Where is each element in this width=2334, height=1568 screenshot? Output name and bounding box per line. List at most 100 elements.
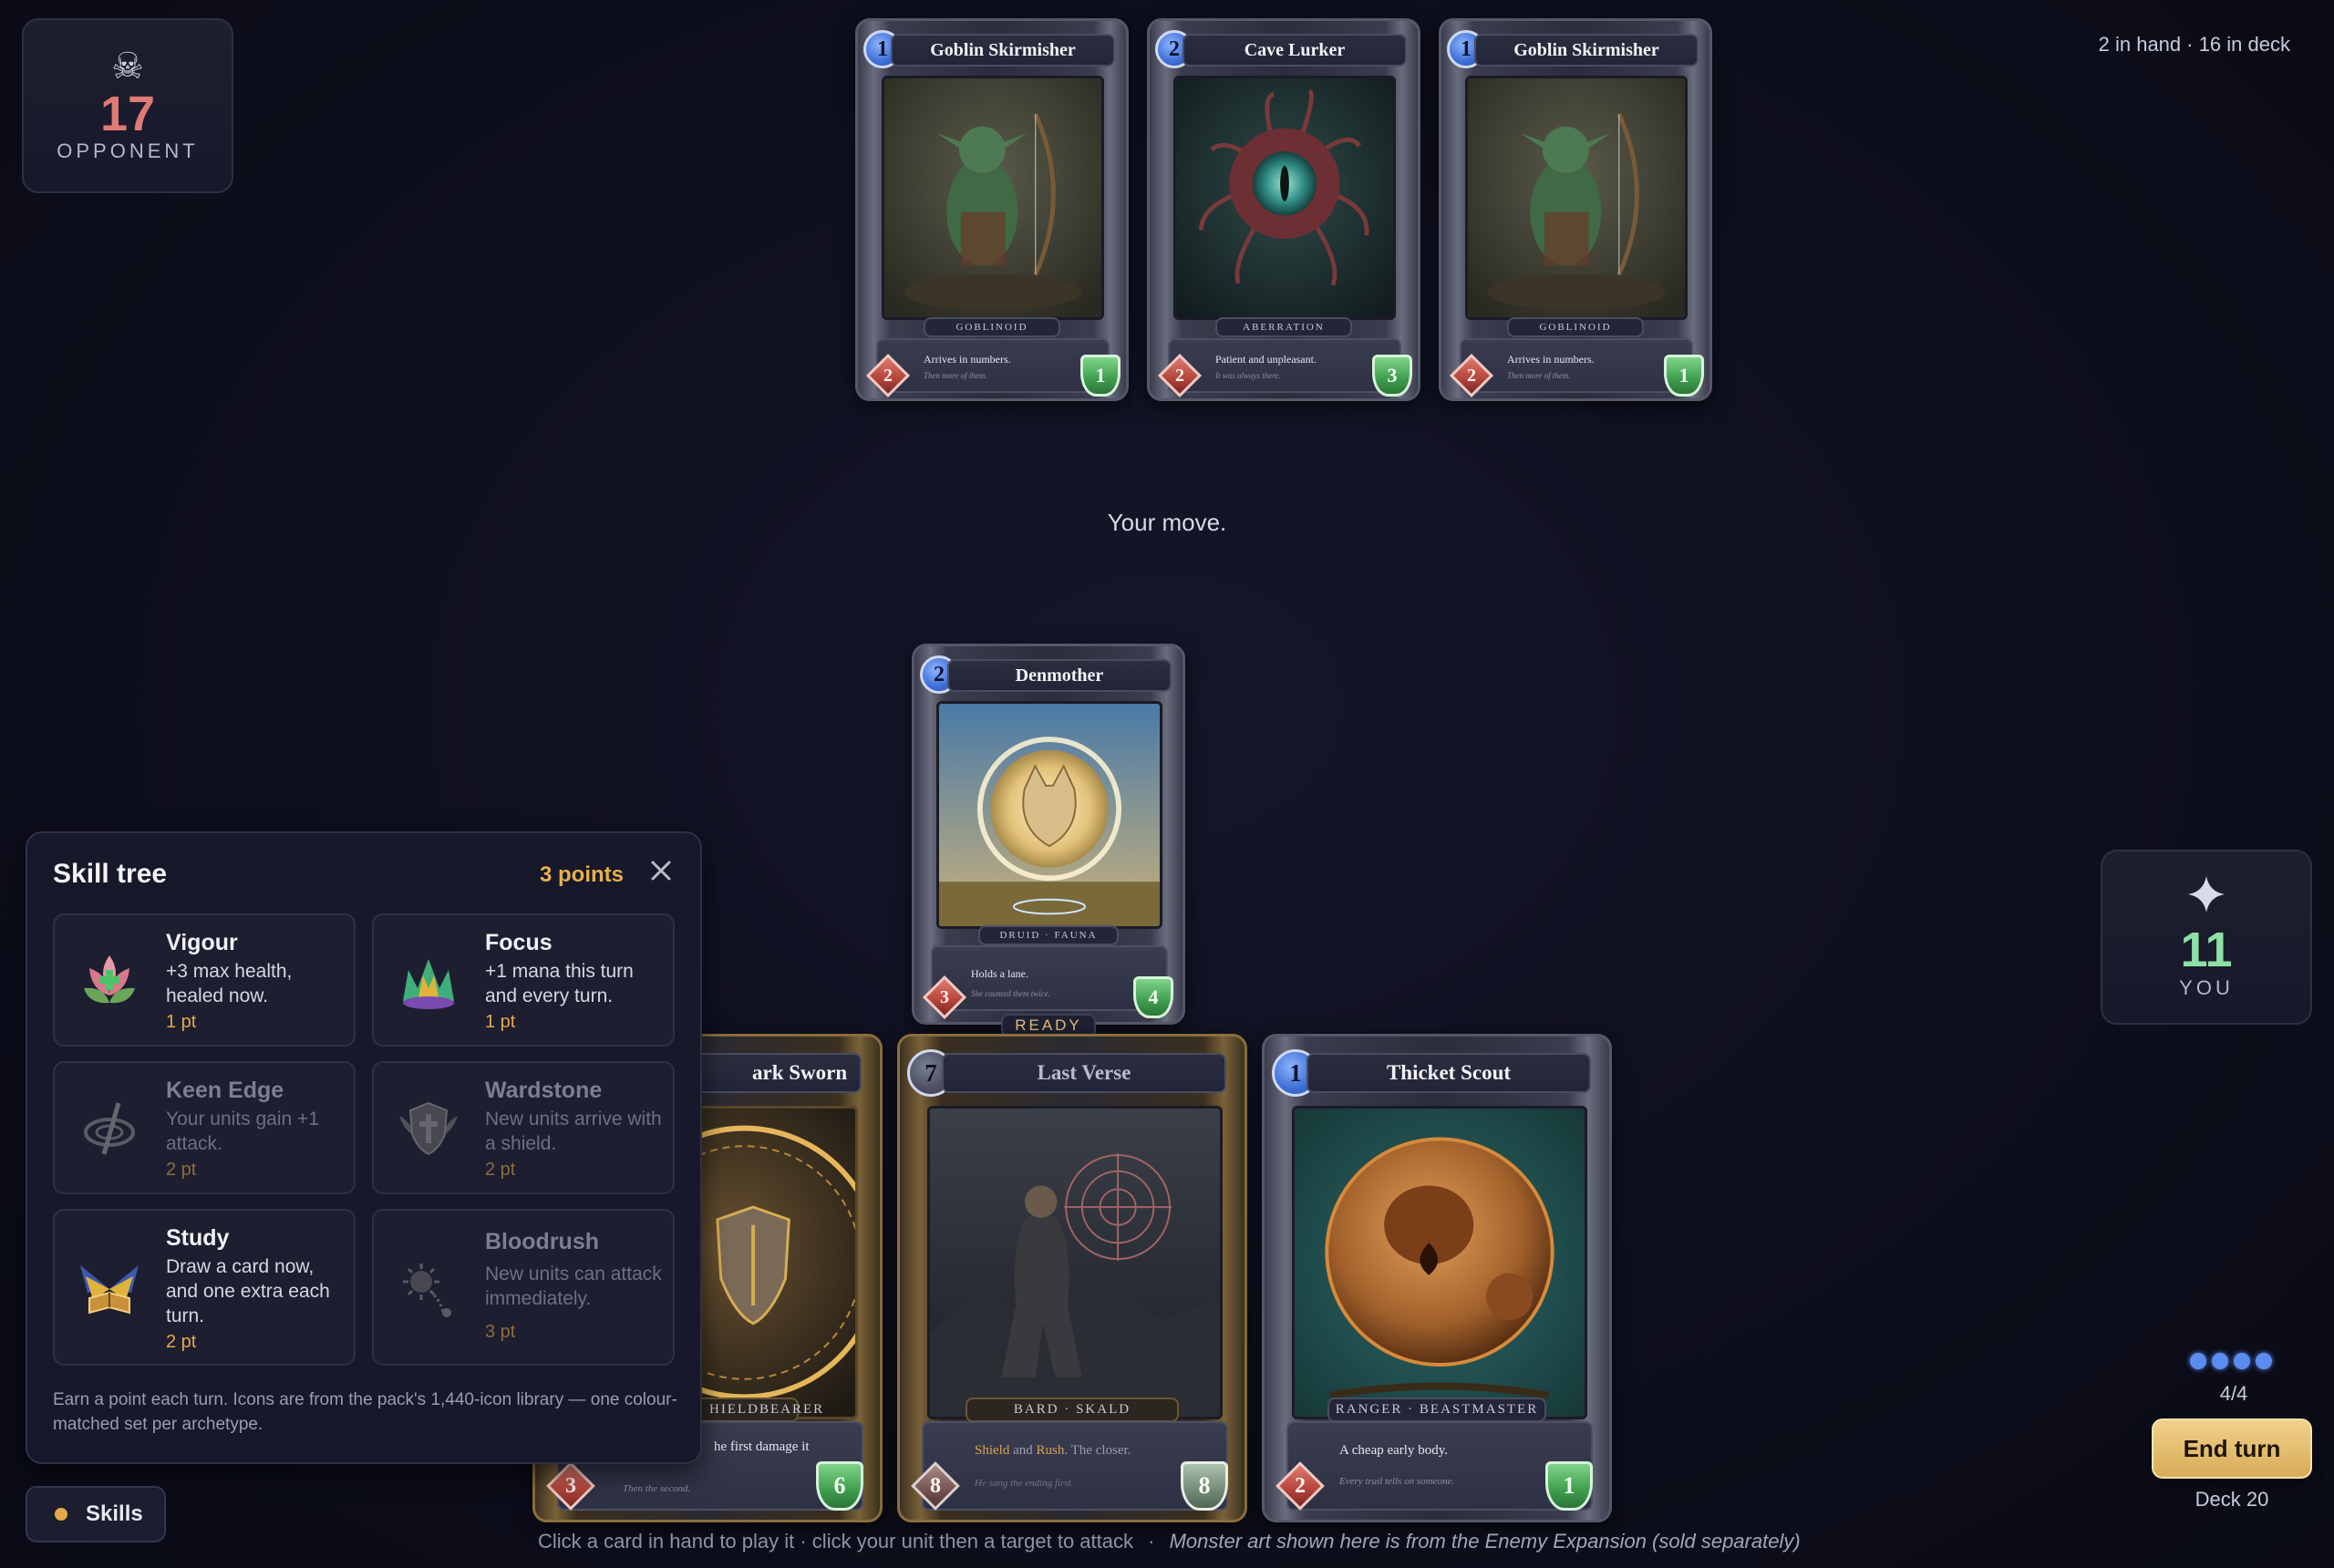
skill-description-block: Your units gain +1 attack. 2 pt [166,1107,345,1182]
goblin-archer-art [884,78,1101,317]
skill-points: 3 points [540,862,625,887]
deck-count: Deck 20 [2195,1488,2269,1511]
skills-button[interactable]: Skills [26,1486,166,1542]
close-icon[interactable] [647,857,675,884]
keyword-shield: Shield [975,1443,1010,1458]
credit-text: Monster art shown here is from the Enemy… [1169,1530,1801,1553]
health-shield: 1 [1080,355,1121,397]
status-message: Your move. [1107,509,1227,536]
skill-description: +1 mana this turn and every turn. [485,961,634,1006]
skill-cost: 1 pt [485,1012,516,1032]
skill-study[interactable]: Study Draw a card now, and one extra eac… [53,1209,356,1366]
skill-description-block: New units arrive with a shield. 2 pt [485,1107,664,1182]
skill-cost: 1 pt [166,1012,197,1032]
end-turn-button[interactable]: End turn [2152,1418,2312,1479]
enemy-card-goblin-skirmisher-2[interactable]: 1 Goblin Skirmisher GOBLINOID Arrives in… [1439,18,1712,401]
health-shield: 1 [1545,1461,1593,1511]
card-art [927,1106,1223,1419]
hint-bar: Click a card in hand to play it · click … [538,1530,1801,1553]
skill-focus[interactable]: Focus +1 mana this turn and every turn. … [372,913,675,1047]
hint-text: Click a card in hand to play it · click … [538,1530,1133,1553]
opponent-health-value: 17 [99,86,156,141]
player-health-value: 11 [2180,923,2233,978]
hand-card-thicket-scout[interactable]: 1 Thicket Scout RANGER · BEASTMASTER A c… [1262,1034,1612,1522]
enemy-card-goblin-skirmisher-1[interactable]: 1 Goblin Skirmisher GOBLINOID Arrives in… [855,18,1129,401]
card-art [1173,76,1396,320]
card-text: Shield and Rush. The closer. [975,1443,1131,1459]
opponent-health-panel[interactable]: ☠ 17 OPPONENT [22,18,233,193]
mana-pip [2212,1353,2228,1369]
goblin-archer-art [1468,78,1685,317]
skill-description-block: Draw a card now, and one extra each turn… [166,1254,345,1355]
skill-name: Keen Edge [166,1078,284,1103]
skill-bloodrush[interactable]: Bloodrush New units can attack immediate… [372,1209,675,1366]
skill-description: New units can attack immediately. [485,1264,662,1309]
bear-orb-art [1295,1109,1585,1417]
skill-description: Draw a card now, and one extra each turn… [166,1256,330,1326]
card-name: Thicket Scout [1306,1053,1591,1093]
card-flavor: It was always there. [1215,371,1281,380]
mana-text: 4/4 [2219,1382,2248,1405]
skill-description-block: New units can attack immediately. 3 pt [485,1262,664,1345]
card-art [1292,1106,1587,1419]
player-label: YOU [2179,975,2234,999]
card-text: he first damage it [714,1439,810,1454]
mana-pip [2190,1353,2206,1369]
skill-wardstone[interactable]: Wardstone New units arrive with a shield… [372,1061,675,1194]
card-name: Goblin Skirmisher [891,34,1115,67]
health-shield: 1 [1664,355,1704,397]
spirit-wolf-art [939,704,1160,926]
skill-description: Your units gain +1 attack. [166,1109,319,1154]
skill-vigour[interactable]: Vigour +3 max health, healed now. 1 pt [53,913,356,1047]
skull-crossbones-icon: ☠ [111,46,144,87]
card-text-box: Arrives in numbers. Then more of them. [876,338,1110,393]
sparkle-star-icon [2186,874,2226,921]
skill-description: +3 max health, healed now. [166,961,293,1006]
hint-separator: · [1148,1530,1155,1553]
health-shield: 8 [1181,1461,1228,1511]
card-flavor: Every trail tells on someone. [1339,1476,1455,1487]
card-tribe: BARD · SKALD [966,1398,1179,1422]
health-shield: 4 [1133,976,1173,1018]
card-text: Holds a lane. [971,967,1028,980]
card-flavor: He sang the ending first. [975,1478,1074,1489]
skill-tree-panel: Skill tree 3 points Vigour +3 max health… [26,831,702,1464]
card-tribe: GOBLINOID [1507,317,1644,337]
card-flavor: Then more of them. [924,371,987,380]
card-text: Arrives in numbers. [1507,353,1595,366]
end-turn-label: End turn [2183,1434,2281,1462]
card-art [882,76,1104,320]
card-name: Last Verse [942,1053,1226,1093]
enemy-card-cave-lurker[interactable]: 2 Cave Lurker ABERRATION Patient and unp… [1147,18,1420,401]
card-text-rest: . The closer. [1064,1443,1131,1458]
skill-description: New units arrive with a shield. [485,1109,662,1154]
opponent-label: OPPONENT [57,139,199,163]
card-text: A cheap early body. [1339,1443,1448,1458]
card-text-box: Patient and unpleasant. It was always th… [1168,338,1401,393]
card-flavor: Then more of them. [1507,371,1571,380]
health-shield: 6 [816,1461,863,1511]
skill-name: Bloodrush [485,1229,599,1254]
card-tribe: GOBLINOID [924,317,1060,337]
card-art [936,701,1162,929]
player-unit-denmother[interactable]: 2 Denmother DRUID · FAUNA Holds a lane. … [912,644,1185,1025]
card-text-box: Holds a lane. She counted them twice. [931,945,1168,1011]
card-name: Goblin Skirmisher [1474,34,1699,67]
mana-pip [2234,1353,2250,1369]
skill-keen-edge[interactable]: Keen Edge Your units gain +1 attack. 2 p… [53,1061,356,1194]
skill-name: Wardstone [485,1078,603,1103]
keyword-rush: Rush [1036,1443,1065,1458]
winged-shield-icon [396,1096,461,1161]
card-name: Cave Lurker [1182,34,1407,67]
hand-card-last-verse[interactable]: 7 Last Verse BARD · SKALD Shield and Rus… [897,1034,1247,1522]
skill-cost: 3 pt [485,1322,516,1342]
player-health-panel[interactable]: 11 YOU [2101,850,2312,1025]
card-flavor: She counted them twice. [971,989,1050,998]
skill-tree-title: Skill tree [53,859,168,889]
skill-name: Focus [485,930,553,955]
bard-art [930,1109,1220,1417]
lotus-heal-icon [77,948,142,1014]
card-tribe: RANGER · BEASTMASTER [1327,1398,1546,1422]
card-tribe: ABERRATION [1215,317,1352,337]
card-tribe: DRUID · FAUNA [978,925,1119,945]
